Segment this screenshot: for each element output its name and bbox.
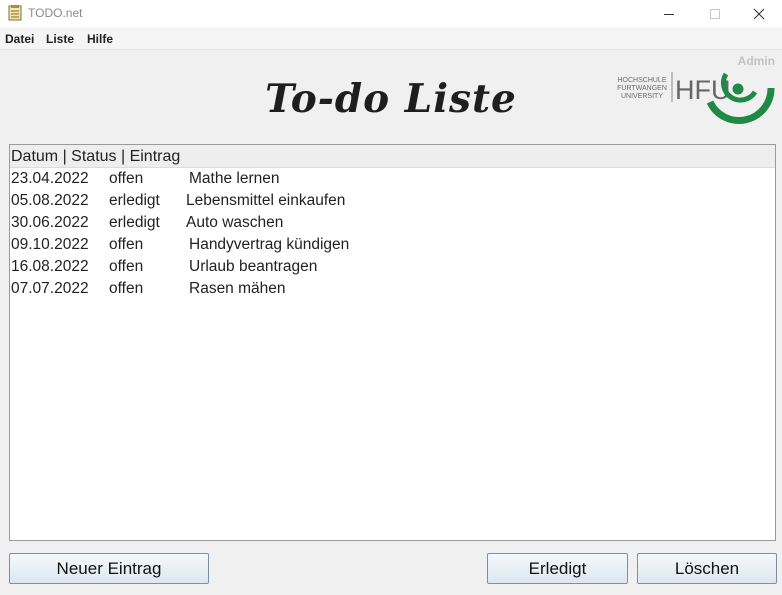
todo-list[interactable]: Datum | Status | Eintrag 23.04.2022 offen… [9, 144, 776, 541]
app-icon [8, 5, 22, 21]
delete-button[interactable]: Löschen [637, 553, 777, 584]
user-label: Admin [737, 54, 775, 68]
logo-line-2: FURTWANGEN [617, 85, 667, 92]
list-item[interactable]: 05.08.2022 erledigt Lebensmittel einkaufen [10, 190, 775, 212]
entry-text: Handyvertrag kündigen [189, 236, 350, 253]
maximize-button[interactable] [692, 0, 738, 27]
list-item[interactable]: 07.07.2022 offen Rasen mähen [10, 278, 775, 300]
window-title: TODO.net [28, 6, 83, 20]
list-item[interactable]: 16.08.2022 offen Urlaub beantragen [10, 256, 775, 278]
hfu-logo: HOCHSCHULE FURTWANGEN UNIVERSITY HFU [617, 72, 775, 124]
entry-status: erledigt [109, 214, 160, 231]
entry-status: offen [109, 280, 144, 297]
entry-text: Urlaub beantragen [189, 258, 318, 275]
entry-date: 23.04.2022 [11, 170, 89, 187]
close-button[interactable] [736, 0, 782, 27]
menu-liste[interactable]: Liste [46, 32, 74, 46]
entry-date: 09.10.2022 [11, 236, 89, 253]
entry-status: offen [109, 236, 144, 253]
list-rows: 23.04.2022 offen Mathe lernen 05.08.2022 erl… [10, 168, 775, 300]
entry-status: offen [109, 170, 144, 187]
maximize-icon [710, 8, 720, 19]
entry-text: Lebensmittel einkaufen [186, 192, 346, 209]
entry-status: erledigt [109, 192, 160, 209]
logo-line-3: UNIVERSITY [621, 93, 663, 100]
entry-date: 30.06.2022 [11, 214, 89, 231]
entry-date: 05.08.2022 [11, 192, 89, 209]
menu-hilfe[interactable]: Hilfe [87, 32, 113, 46]
entry-status: offen [109, 258, 144, 275]
entry-text: Auto waschen [186, 214, 284, 231]
entry-date: 16.08.2022 [11, 258, 89, 275]
list-item[interactable]: 23.04.2022 offen Mathe lernen [10, 168, 775, 190]
list-header: Datum | Status | Eintrag [10, 145, 775, 168]
menu-bar: Datei Liste Hilfe [0, 27, 782, 50]
list-item[interactable]: 09.10.2022 offen Handyvertrag kündigen [10, 234, 775, 256]
mark-done-button[interactable]: Erledigt [487, 553, 628, 584]
logo-line-1: HOCHSCHULE [617, 77, 666, 84]
list-item[interactable]: 30.06.2022 erledigt Auto waschen [10, 212, 775, 234]
title-bar: TODO.net [0, 0, 782, 27]
entry-text: Mathe lernen [189, 170, 280, 187]
close-icon [753, 8, 765, 19]
menu-datei[interactable]: Datei [5, 32, 34, 46]
minimize-button[interactable] [646, 0, 692, 27]
entry-text: Rasen mähen [189, 280, 286, 297]
minimize-icon [664, 13, 674, 15]
entry-date: 07.07.2022 [11, 280, 89, 297]
new-entry-button[interactable]: Neuer Eintrag [9, 553, 209, 584]
